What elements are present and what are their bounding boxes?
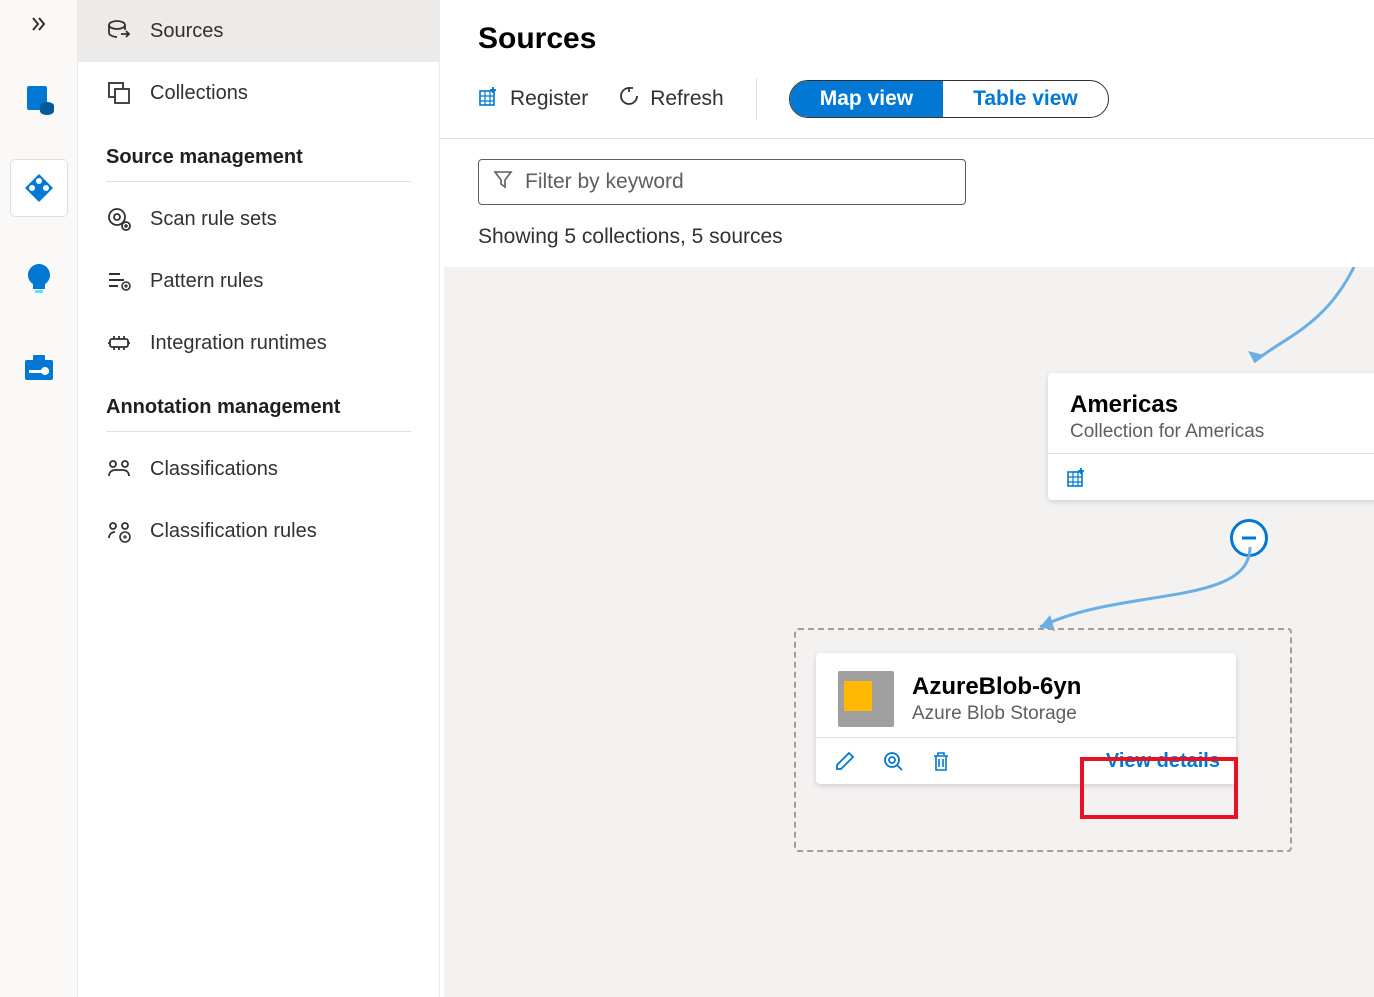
- collection-card-americas[interactable]: Americas Collection for Americas: [1048, 373, 1374, 500]
- classifications-icon: [106, 456, 132, 482]
- sidebar-item-collections[interactable]: Collections: [78, 62, 439, 124]
- toolbar: Register Refresh Map view Table view: [440, 70, 1374, 139]
- delete-icon[interactable]: [928, 748, 954, 774]
- filter-row: Filter by keyword: [440, 139, 1374, 213]
- sidebar-item-scan-rule-sets[interactable]: Scan rule sets: [78, 188, 439, 250]
- map-view-tab[interactable]: Map view: [790, 81, 943, 117]
- map-canvas[interactable]: Americas Collection for Americas: [444, 267, 1374, 997]
- pattern-rules-icon: [106, 268, 132, 294]
- register-source-icon[interactable]: [1064, 464, 1090, 490]
- scan-icon[interactable]: [880, 748, 906, 774]
- classification-rules-icon: [106, 518, 132, 544]
- sidebar-label: Pattern rules: [150, 270, 263, 293]
- sidebar-label: Classification rules: [150, 520, 317, 543]
- result-count: Showing 5 collections, 5 sources: [440, 213, 1374, 267]
- register-button[interactable]: Register: [478, 85, 588, 113]
- sidebar-label: Scan rule sets: [150, 208, 277, 231]
- nav-iconbar: [0, 0, 78, 997]
- main-content: Sources Register Refresh Map view Table …: [440, 0, 1374, 997]
- sidebar-section-annotation: Annotation management: [78, 374, 439, 425]
- register-icon: [478, 85, 500, 113]
- sidebar-label: Classifications: [150, 458, 278, 481]
- sidebar-item-integration-runtimes[interactable]: Integration runtimes: [78, 312, 439, 374]
- sidebar: Sources Collections Source management Sc…: [78, 0, 440, 997]
- collection-subtitle: Collection for Americas: [1070, 421, 1374, 443]
- azure-blob-icon: [838, 671, 894, 727]
- view-details-link[interactable]: View details: [1106, 750, 1220, 773]
- source-title: AzureBlob-6yn: [912, 673, 1081, 701]
- sidebar-section-source-mgmt: Source management: [78, 124, 439, 175]
- nav-data-map-icon[interactable]: [11, 160, 67, 216]
- collections-icon: [106, 80, 132, 106]
- page-header: Sources: [440, 0, 1374, 70]
- filter-input[interactable]: Filter by keyword: [478, 159, 966, 205]
- edit-icon[interactable]: [832, 748, 858, 774]
- refresh-button[interactable]: Refresh: [618, 85, 724, 113]
- edge-line: [1224, 267, 1354, 377]
- filter-icon: [493, 169, 513, 195]
- sidebar-label: Integration runtimes: [150, 332, 327, 355]
- filter-placeholder: Filter by keyword: [525, 170, 684, 194]
- expand-collapse-icon[interactable]: [27, 12, 51, 36]
- nav-management-icon[interactable]: [11, 340, 67, 396]
- nav-insights-icon[interactable]: [11, 250, 67, 306]
- table-view-tab[interactable]: Table view: [943, 81, 1108, 117]
- nav-data-catalog-icon[interactable]: [11, 70, 67, 126]
- sidebar-label: Sources: [150, 20, 223, 43]
- refresh-label: Refresh: [650, 87, 724, 111]
- sidebar-item-classifications[interactable]: Classifications: [78, 438, 439, 500]
- sidebar-item-pattern-rules[interactable]: Pattern rules: [78, 250, 439, 312]
- toolbar-divider: [756, 78, 757, 120]
- sources-icon: [106, 18, 132, 44]
- scan-rule-icon: [106, 206, 132, 232]
- collection-title: Americas: [1070, 391, 1374, 419]
- sidebar-label: Collections: [150, 82, 248, 105]
- collapse-node[interactable]: [1230, 519, 1268, 557]
- divider: [106, 431, 411, 432]
- source-card-azureblob[interactable]: AzureBlob-6yn Azure Blob Storage View de…: [816, 653, 1236, 784]
- sidebar-item-sources[interactable]: Sources: [78, 0, 439, 62]
- sidebar-item-classification-rules[interactable]: Classification rules: [78, 500, 439, 562]
- page-title: Sources: [478, 22, 1336, 56]
- divider: [106, 181, 411, 182]
- view-toggle: Map view Table view: [789, 80, 1109, 118]
- refresh-icon: [618, 85, 640, 113]
- source-subtitle: Azure Blob Storage: [912, 703, 1081, 725]
- integration-icon: [106, 330, 132, 356]
- register-label: Register: [510, 87, 588, 111]
